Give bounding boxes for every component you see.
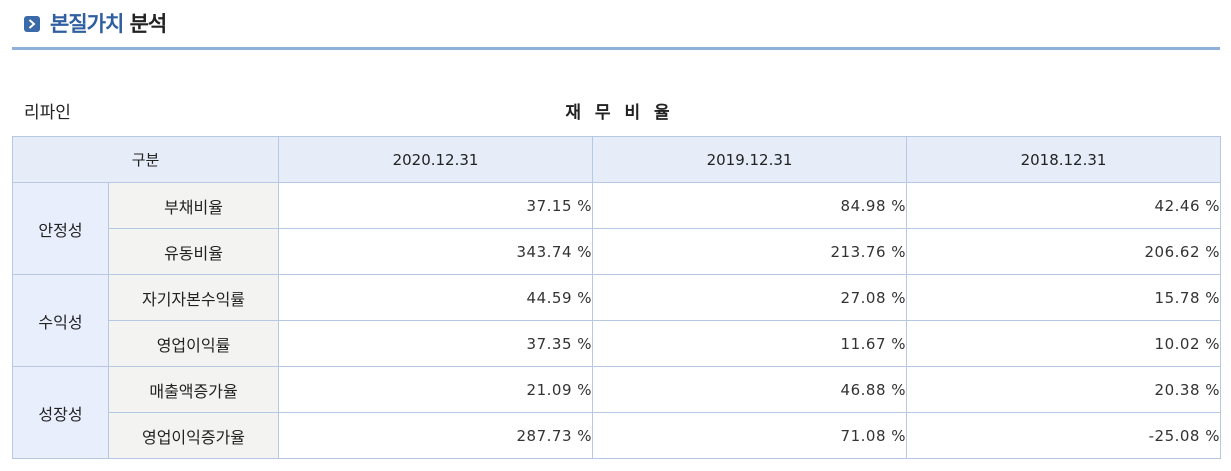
- table-caption: 재 무 비 율: [565, 103, 674, 123]
- group-label: 안정성: [12, 182, 109, 275]
- ratio-value: 20.38 %: [906, 366, 1222, 413]
- ratio-label: 유동비율: [107, 228, 280, 275]
- table-row: 영업이익률 37.35 % 11.67 % 10.02 %: [13, 320, 1222, 367]
- ratio-value: 206.62 %: [906, 228, 1222, 275]
- ratio-value: -25.08 %: [906, 412, 1222, 459]
- table-row: 성장성 매출액증가율 21.09 % 46.88 % 20.38 %: [12, 366, 1222, 459]
- ratio-label: 영업이익증가율: [107, 412, 280, 459]
- column-header-date: 2018.12.31: [906, 136, 1222, 183]
- table-row: 수익성 자기자본수익률 44.59 % 27.08 % 15.78 %: [12, 274, 1222, 367]
- ratio-value: 44.59 %: [278, 274, 594, 321]
- table-row: 유동비율 343.74 % 213.76 % 206.62 %: [13, 228, 1222, 275]
- ratio-value: 37.15 %: [278, 182, 594, 229]
- table-header-row: 구분 2020.12.31 2019.12.31 2018.12.31: [11, 136, 1222, 183]
- title-highlight: 본질가치: [50, 12, 124, 36]
- ratio-value: 15.78 %: [906, 274, 1222, 321]
- ratio-value: 10.02 %: [906, 320, 1222, 367]
- ratio-value: 42.46 %: [906, 182, 1222, 229]
- ratio-value: 27.08 %: [592, 274, 908, 321]
- ratio-label: 매출액증가율: [107, 366, 280, 413]
- column-header-date: 2019.12.31: [592, 136, 908, 183]
- ratio-value: 37.35 %: [278, 320, 594, 367]
- financial-ratio-table: 구분 2020.12.31 2019.12.31 2018.12.31 안정성 …: [11, 136, 1222, 459]
- table-row: 영업이익증가율 287.73 % 71.08 % -25.08 %: [13, 412, 1222, 459]
- ratio-value: 21.09 %: [278, 366, 594, 413]
- ratio-value: 213.76 %: [592, 228, 908, 275]
- page-title: 본질가치 분석: [50, 8, 168, 38]
- ratio-value: 287.73 %: [278, 412, 594, 459]
- ratio-value: 84.98 %: [592, 182, 908, 229]
- ratio-value: 46.88 %: [592, 366, 908, 413]
- title-rest: 분석: [129, 12, 168, 36]
- section-header: 본질가치 분석: [12, 0, 1220, 52]
- chevron-right-icon: [24, 16, 40, 32]
- ratio-label: 영업이익률: [107, 320, 280, 367]
- table-row: 안정성 부채비율 37.15 % 84.98 % 42.46 %: [12, 182, 1222, 275]
- ratio-value: 343.74 %: [278, 228, 594, 275]
- column-header-date: 2020.12.31: [278, 136, 594, 183]
- ratio-label: 부채비율: [107, 182, 280, 229]
- group-label: 성장성: [12, 366, 109, 459]
- group-label: 수익성: [12, 274, 109, 367]
- column-header-category: 구분: [11, 136, 280, 183]
- ratio-label: 자기자본수익률: [107, 274, 280, 321]
- header-divider: [12, 47, 1220, 50]
- ratio-value: 11.67 %: [592, 320, 908, 367]
- ratio-value: 71.08 %: [592, 412, 908, 459]
